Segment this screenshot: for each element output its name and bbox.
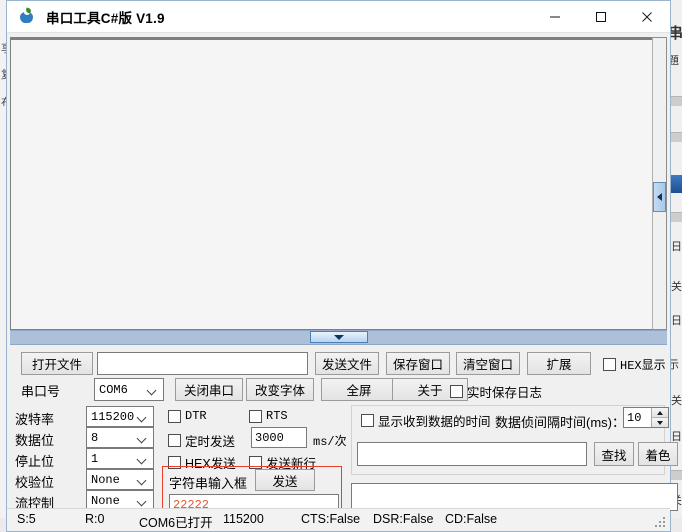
realtime-log-label: 实时保存日志: [467, 386, 543, 400]
baud-select-value: 115200: [91, 409, 135, 424]
rts-checkbox[interactable]: RTS: [249, 409, 288, 423]
close-icon[interactable]: [624, 1, 670, 32]
status-dsr: DSR:False: [373, 512, 434, 526]
spinner-up-icon[interactable]: [652, 408, 668, 418]
colorize-button[interactable]: 着色: [638, 442, 678, 466]
window-title: 串口工具C#版 V1.9: [46, 10, 165, 26]
open-file-button[interactable]: 打开文件: [21, 352, 93, 375]
chevron-down-icon: [138, 477, 147, 483]
resize-grip-icon[interactable]: [655, 517, 667, 529]
receive-vertical-scrollbar[interactable]: [652, 37, 667, 330]
status-cd: CD:False: [445, 512, 498, 526]
bottom-text-input[interactable]: [351, 483, 678, 511]
stopbits-select-value: 1: [91, 451, 99, 466]
rts-checkbox-box: [249, 409, 262, 423]
change-font-button[interactable]: 改变字体: [246, 378, 314, 401]
scrollbar-thumb[interactable]: [653, 182, 666, 212]
file-path-input[interactable]: [97, 352, 308, 375]
parity-select-value: None: [91, 472, 120, 487]
rts-label: RTS: [266, 409, 288, 423]
receive-textarea[interactable]: [10, 37, 652, 330]
window-controls: [532, 1, 670, 32]
find-button[interactable]: 查找: [594, 442, 634, 466]
send-button[interactable]: 发送: [255, 469, 315, 491]
send-interval-unit: ms/次: [313, 435, 347, 449]
dtr-checkbox-box: [168, 409, 181, 423]
poll-interval-label: 数据侦间隔时间(ms)：: [495, 415, 625, 430]
dtr-checkbox[interactable]: DTR: [168, 409, 207, 423]
maximize-icon[interactable]: [578, 1, 624, 32]
send-interval-input[interactable]: 3000: [251, 427, 307, 448]
minimize-icon[interactable]: [532, 1, 578, 32]
string-input-label: 字符串输入框: [169, 476, 248, 491]
hex-send-checkbox[interactable]: HEX发送: [168, 453, 236, 472]
save-window-button[interactable]: 保存窗口: [386, 352, 450, 375]
send-file-button[interactable]: 发送文件: [315, 352, 379, 375]
port-label: 串口号: [21, 384, 61, 399]
timed-send-checkbox-box: [168, 434, 181, 447]
realtime-log-checkbox[interactable]: 实时保存日志: [450, 382, 542, 401]
receive-text-content: [14, 40, 649, 327]
control-panel: 打开文件 发送文件 保存窗口 清空窗口 扩展 HEX显示 串口号 COM6 关闭…: [10, 345, 678, 521]
parity-select[interactable]: None: [86, 469, 154, 490]
port-select-value: COM6: [99, 382, 128, 397]
find-input[interactable]: [357, 442, 587, 466]
status-baud: 115200: [223, 512, 264, 526]
status-bar: S:5 R:0 COM6已打开 115200 CTS:False DSR:Fal…: [7, 508, 670, 531]
chevron-down-icon: [138, 456, 147, 462]
show-time-label: 显示收到数据的时间: [378, 415, 491, 429]
panel-splitter[interactable]: [10, 330, 667, 345]
parity-label: 校验位: [15, 475, 55, 490]
hex-send-checkbox-box: [168, 456, 181, 469]
dtr-label: DTR: [185, 409, 207, 423]
stopbits-label: 停止位: [15, 454, 55, 469]
baud-select[interactable]: 115200: [86, 406, 154, 427]
show-time-checkbox-box: [361, 414, 374, 427]
splitter-grip[interactable]: [309, 331, 368, 343]
title-bar: 串口工具C#版 V1.9: [7, 1, 670, 33]
databits-select[interactable]: 8: [86, 427, 154, 448]
spinner-down-icon[interactable]: [652, 418, 668, 427]
realtime-log-checkbox-box: [450, 385, 463, 398]
flowcontrol-select-value: None: [91, 493, 120, 508]
timed-send-checkbox[interactable]: 定时发送: [168, 431, 235, 450]
expand-button[interactable]: 扩展: [527, 352, 591, 375]
poll-interval-spinner[interactable]: 10: [623, 407, 669, 428]
show-time-checkbox[interactable]: 显示收到数据的时间: [361, 411, 491, 430]
status-cts: CTS:False: [301, 512, 361, 526]
close-port-button[interactable]: 关闭串口: [175, 378, 243, 401]
chevron-down-icon: [148, 387, 157, 393]
status-port-state: COM6已打开: [139, 516, 213, 530]
chevron-down-icon: [138, 435, 147, 441]
hex-display-checkbox[interactable]: HEX显示: [603, 356, 666, 373]
databits-label: 数据位: [15, 433, 55, 448]
clear-window-button[interactable]: 清空窗口: [456, 352, 520, 375]
databits-select-value: 8: [91, 430, 99, 445]
chevron-down-icon: [138, 498, 147, 504]
chevron-down-icon: [138, 414, 147, 420]
timed-send-label: 定时发送: [185, 435, 236, 449]
receive-area-wrapper: [10, 37, 667, 330]
spinner-arrows[interactable]: [651, 408, 668, 427]
send-newline-checkbox-box: [249, 456, 262, 469]
serial-tool-window: 串口工具C#版 V1.9 打开文件 发送文件 保存窗口 清空窗口 扩展 HEX显…: [6, 0, 678, 532]
hex-display-checkbox-box: [603, 358, 616, 371]
apple-icon: [18, 7, 36, 26]
baud-label: 波特率: [15, 412, 55, 427]
status-sent: S:5: [17, 512, 36, 526]
hex-send-label: HEX发送: [185, 457, 236, 471]
fullscreen-button[interactable]: 全屏: [321, 378, 397, 401]
chevron-down-icon: [333, 334, 344, 340]
status-received: R:0: [85, 512, 105, 526]
hex-display-label: HEX显示: [620, 359, 666, 373]
poll-interval-value: 10: [627, 410, 642, 425]
scrollbar-thumb-arrow-icon: [657, 193, 662, 201]
stopbits-select[interactable]: 1: [86, 448, 154, 469]
port-select[interactable]: COM6: [94, 378, 164, 401]
